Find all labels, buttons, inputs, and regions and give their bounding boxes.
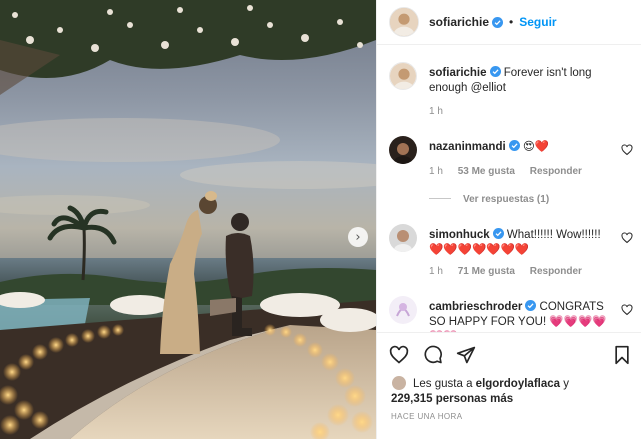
comments-list: sofiarichie Forever isn't long enough @e… xyxy=(377,46,641,332)
verified-badge-icon xyxy=(492,16,504,28)
action-bar: Les gusta a elgordoylaflaca y 229,315 pe… xyxy=(377,332,641,439)
post-header: sofiarichie • Seguir xyxy=(377,0,641,45)
caption-body: sofiarichie Forever isn't long enough @e… xyxy=(429,66,614,96)
comment-body: nazaninmandi 😍❤️ xyxy=(429,140,614,155)
comment-likes[interactable]: 71 Me gusta xyxy=(458,266,515,277)
reply-button[interactable]: Responder xyxy=(530,266,582,277)
chevron-right-icon: › xyxy=(355,229,361,245)
verified-badge-icon xyxy=(489,66,501,77)
view-replies-button[interactable]: Ver respuestas (1) xyxy=(429,194,549,205)
avatar[interactable] xyxy=(389,136,417,164)
comment-time[interactable]: 1 h xyxy=(429,166,443,177)
avatar[interactable] xyxy=(389,224,417,252)
caption-time[interactable]: 1 h xyxy=(429,106,443,117)
comment-body: cambrieschroder CONGRATS SO HAPPY FOR YO… xyxy=(429,300,614,332)
replies-divider xyxy=(429,198,451,199)
comment-icon[interactable] xyxy=(423,345,443,365)
header-separator: • xyxy=(509,15,514,29)
proposal-photo-scene xyxy=(0,0,376,439)
comment-item: nazaninmandi 😍❤️ 1 h 53 Me gusta Respond… xyxy=(389,136,639,186)
comment-body: simonhuck What!!!!!! Wow!!!!!! ❤️❤️❤️❤️❤… xyxy=(429,228,614,258)
comment-time[interactable]: 1 h xyxy=(429,266,443,277)
comment-username[interactable]: nazaninmandi xyxy=(429,141,506,153)
follow-button[interactable]: Seguir xyxy=(519,15,556,29)
verified-badge-icon xyxy=(508,140,520,151)
caption: sofiarichie Forever isn't long enough @e… xyxy=(389,62,639,122)
paper-plane-icon[interactable] xyxy=(456,345,476,365)
view-replies-label: Ver respuestas (1) xyxy=(463,194,550,205)
verified-badge-icon xyxy=(525,300,537,311)
bookmark-icon[interactable] xyxy=(612,345,632,365)
avatar[interactable] xyxy=(389,7,419,37)
post-container: › sofiarichie • Seguir sofiarichie Forev… xyxy=(0,0,641,439)
comment-meta: 1 h 71 Me gusta Responder xyxy=(429,266,594,277)
verified-badge-icon xyxy=(492,228,504,239)
avatar[interactable] xyxy=(389,296,417,324)
next-photo-button[interactable]: › xyxy=(348,227,368,247)
caption-username[interactable]: sofiarichie xyxy=(429,67,487,79)
comment-likes[interactable]: 53 Me gusta xyxy=(458,166,515,177)
comment-item: cambrieschroder CONGRATS SO HAPPY FOR YO… xyxy=(389,296,639,332)
likes-connector: y xyxy=(563,378,569,390)
likes-prefix: Les gusta a xyxy=(413,378,473,390)
header-username[interactable]: sofiarichie xyxy=(429,15,489,29)
comment-item: simonhuck What!!!!!! Wow!!!!!! ❤️❤️❤️❤️❤… xyxy=(389,224,639,284)
caption-meta: 1 h xyxy=(429,106,455,117)
comment-like-heart-icon[interactable] xyxy=(621,144,633,156)
comment-meta: 1 h 53 Me gusta Responder xyxy=(429,166,594,177)
avatar[interactable] xyxy=(391,375,407,391)
post-timestamp[interactable]: HACE UNA HORA xyxy=(391,412,462,421)
comment-username[interactable]: simonhuck xyxy=(429,229,490,241)
post-photo[interactable]: › xyxy=(0,0,376,439)
comment-text: 😍❤️ xyxy=(522,141,550,153)
heart-icon[interactable] xyxy=(389,345,409,365)
comment-like-heart-icon[interactable] xyxy=(621,304,633,316)
likes-summary: Les gusta a elgordoylaflaca y 229,315 pe… xyxy=(391,375,569,407)
likes-count[interactable]: 229,315 personas más xyxy=(391,393,513,405)
post-sidebar: sofiarichie • Seguir sofiarichie Forever… xyxy=(376,0,641,439)
liker-username[interactable]: elgordoylaflaca xyxy=(476,378,560,390)
avatar[interactable] xyxy=(389,62,417,90)
comment-like-heart-icon[interactable] xyxy=(621,232,633,244)
reply-button[interactable]: Responder xyxy=(530,166,582,177)
comment-username[interactable]: cambrieschroder xyxy=(429,301,522,313)
